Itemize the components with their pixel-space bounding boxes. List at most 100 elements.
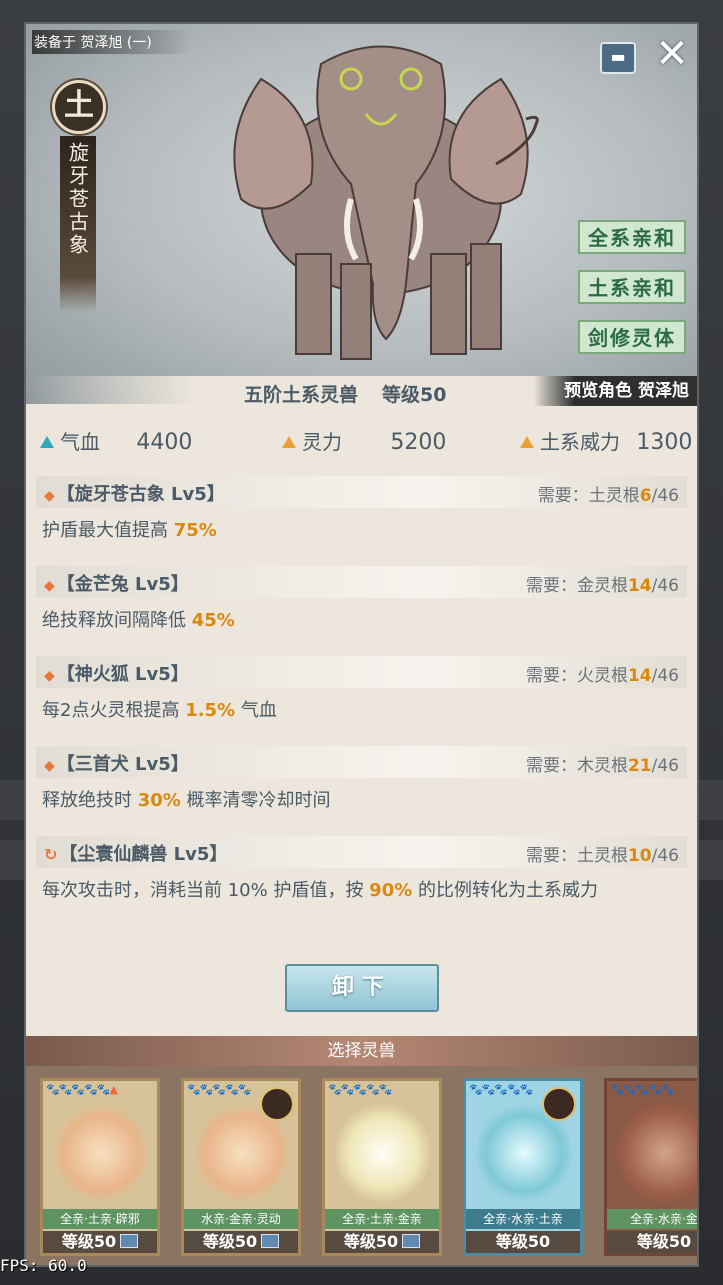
skill-name: 【金芒兔 Lv5】 xyxy=(56,574,189,595)
select-beast-title: 选择灵兽 xyxy=(26,1036,697,1066)
card-traits: 全亲·土亲·金亲 xyxy=(325,1209,439,1229)
diamond-icon: ◆ xyxy=(44,668,55,684)
paw-rating: 🐾🐾🐾🐾🐾 xyxy=(187,1083,251,1096)
card-level: 等级50 xyxy=(184,1231,298,1253)
beast-name-banner: 旋牙苍古象 xyxy=(60,136,96,312)
desc-text: 每2点火灵根提高 xyxy=(42,700,186,721)
skill-title: ◆ 【神火狐 Lv5】 xyxy=(44,660,189,686)
beast-card[interactable]: 🐾🐾🐾🐾🐾 水亲·金亲·灵动 等级50 xyxy=(181,1078,301,1256)
req-max: /46 xyxy=(651,666,679,686)
skill-entry: ◆ 【旋牙苍古象 Lv5】 需要：土灵根6/46 护盾最大值提高 75% xyxy=(36,476,687,550)
chest-icon xyxy=(402,1234,421,1248)
card-traits: 水亲·金亲·灵动 xyxy=(184,1209,298,1229)
card-level-text: 等级50 xyxy=(61,1232,117,1251)
req-max: /46 xyxy=(651,576,679,596)
unequip-button[interactable]: 卸下 xyxy=(285,964,439,1012)
req-type: 土灵根 xyxy=(588,486,640,506)
skill-entry: ◆ 【金芒兔 Lv5】 需要：金灵根14/46 绝技释放间隔降低 45% xyxy=(36,566,687,640)
beast-portrait xyxy=(617,1103,697,1203)
stat-label: 土系威力 xyxy=(540,430,620,454)
req-current: 10 xyxy=(627,846,652,866)
skill-name: 【旋牙苍古象 Lv5】 xyxy=(56,484,225,505)
skill-entry: ↻ 【尘寰仙麟兽 Lv5】 需要：土灵根10/46 每次攻击时，消耗当前 10% … xyxy=(36,836,687,910)
card-level: 等级50 xyxy=(325,1231,439,1253)
stat-hp: 气血 4400 xyxy=(40,426,192,455)
beast-card[interactable]: 🐾🐾🐾🐾🐾 全亲·水亲·金 等级50 xyxy=(604,1078,697,1256)
rank-text: 五阶土系灵兽 xyxy=(244,384,359,406)
desc-text: 释放绝技时 xyxy=(42,790,138,811)
skill-description: 释放绝技时 30% 概率清零冷却时间 xyxy=(36,778,687,820)
close-button[interactable]: ✕ xyxy=(652,34,692,74)
skill-entry: ◆ 【神火狐 Lv5】 需要：火灵根14/46 每2点火灵根提高 1.5% 气血 xyxy=(36,656,687,730)
chest-icon: ▬ xyxy=(610,47,626,66)
beast-portrait xyxy=(335,1103,431,1203)
card-level-text: 等级50 xyxy=(202,1232,258,1251)
card-traits: 全亲·水亲·金 xyxy=(607,1209,697,1229)
req-label: 需要： xyxy=(525,666,577,686)
paw-rating: 🐾🐾🐾🐾🐾 xyxy=(610,1083,674,1096)
skill-requirement: 需要：木灵根21/46 xyxy=(526,751,679,776)
beast-portrait xyxy=(53,1103,149,1203)
skill-title: ◆ 【金芒兔 Lv5】 xyxy=(44,570,189,596)
stat-label: 灵力 xyxy=(302,430,342,454)
req-current: 6 xyxy=(639,486,652,506)
desc-text: 每次攻击时，消耗当前 10% 护盾值，按 xyxy=(42,880,370,901)
desc-text: 概率清零冷却时间 xyxy=(180,790,331,811)
desc-text: 护盾最大值提高 xyxy=(42,520,174,541)
req-label: 需要： xyxy=(537,486,589,506)
stat-mana: 灵力 5200 xyxy=(282,426,446,455)
card-level-text: 等级50 xyxy=(495,1232,551,1251)
skill-header: ◆ 【神火狐 Lv5】 需要：火灵根14/46 xyxy=(36,656,687,688)
req-current: 14 xyxy=(627,666,652,686)
paw-rating: 🐾🐾🐾🐾🐾 xyxy=(469,1083,533,1096)
owner-avatar xyxy=(260,1087,294,1121)
beast-detail-panel: 装备于 贺泽旭 (一) 土 旋牙苍古象 ▬ ✕ 全系亲和 土系亲和 剑修灵体 五… xyxy=(24,22,699,1267)
req-type: 土灵根 xyxy=(576,846,628,866)
skill-requirement: 需要：土灵根6/46 xyxy=(538,481,679,506)
tag-earth-affinity[interactable]: 土系亲和 xyxy=(578,270,686,304)
beast-card[interactable]: 🐾🐾🐾🐾🐾▲ 全亲·土亲·辟邪 等级50 xyxy=(40,1078,160,1256)
req-max: /46 xyxy=(651,486,679,506)
card-traits: 全亲·水亲·土亲 xyxy=(466,1209,580,1229)
stat-value: 5200 xyxy=(390,430,447,455)
beast-card[interactable]: 🐾🐾🐾🐾🐾 全亲·水亲·土亲 等级50 xyxy=(463,1078,583,1256)
skill-header: ◆ 【三首犬 Lv5】 需要：木灵根21/46 xyxy=(36,746,687,778)
desc-text: 气血 xyxy=(235,700,277,721)
tag-sword-body[interactable]: 剑修灵体 xyxy=(578,320,686,354)
stats-row: 气血 4400 灵力 5200 土系威力 1300 xyxy=(26,422,697,462)
chest-button[interactable]: ▬ xyxy=(600,42,636,74)
equipped-label: 装备于 贺泽旭 (一) xyxy=(32,30,192,54)
card-level: 等级50 xyxy=(466,1231,580,1253)
req-current: 14 xyxy=(627,576,652,596)
skill-title: ◆ 【三首犬 Lv5】 xyxy=(44,750,189,776)
beast-name: 旋牙苍古象 xyxy=(65,142,90,257)
rank-info: 五阶土系灵兽 等级50 xyxy=(244,380,446,407)
beast-card[interactable]: 🐾🐾🐾🐾🐾 全亲·土亲·金亲 等级50 xyxy=(322,1078,442,1256)
card-level: 等级50 xyxy=(43,1231,157,1253)
diamond-icon: ◆ xyxy=(44,488,55,504)
stat-label: 气血 xyxy=(60,430,100,454)
stat-triangle-icon xyxy=(40,436,54,448)
req-label: 需要： xyxy=(525,576,577,596)
req-label: 需要： xyxy=(525,846,577,866)
card-level-text: 等级50 xyxy=(343,1232,399,1251)
req-label: 需要： xyxy=(525,756,577,776)
fps-counter: FPS: 60.0 xyxy=(0,1256,87,1275)
beast-header: 装备于 贺泽旭 (一) 土 旋牙苍古象 ▬ ✕ 全系亲和 土系亲和 剑修灵体 五… xyxy=(26,24,697,407)
stat-earth-power: 土系威力 1300 xyxy=(520,426,692,455)
elephant-illustration xyxy=(233,45,539,360)
skill-header: ◆ 【旋牙苍古象 Lv5】 需要：土灵根6/46 xyxy=(36,476,687,508)
skill-requirement: 需要：金灵根14/46 xyxy=(526,571,679,596)
tag-all-affinity[interactable]: 全系亲和 xyxy=(578,220,686,254)
chest-icon xyxy=(261,1234,280,1248)
desc-text: 绝技释放间隔降低 xyxy=(42,610,192,631)
owner-avatar xyxy=(542,1087,576,1121)
stat-value: 1300 xyxy=(636,430,693,455)
preview-character[interactable]: 预览角色 贺泽旭 xyxy=(534,376,697,406)
skill-description: 护盾最大值提高 75% xyxy=(36,508,687,550)
skill-requirement: 需要：土灵根10/46 xyxy=(526,841,679,866)
desc-highlight: 75% xyxy=(173,520,217,541)
card-traits: 全亲·土亲·辟邪 xyxy=(43,1209,157,1229)
level-text: 等级50 xyxy=(382,384,447,406)
req-type: 火灵根 xyxy=(576,666,628,686)
